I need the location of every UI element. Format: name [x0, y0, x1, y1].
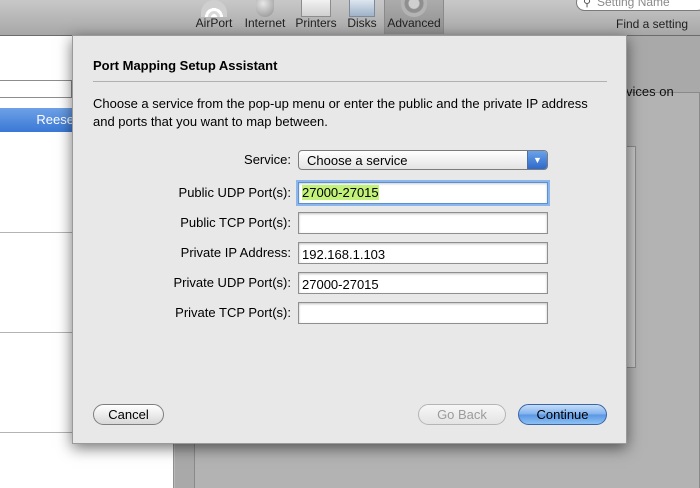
go-back-button[interactable]: Go Back [418, 404, 506, 425]
private-udp-label: Private UDP Port(s): [173, 275, 291, 290]
sidebar-divider [0, 332, 72, 333]
toolbar-item-printers[interactable]: Printers [292, 0, 340, 34]
toolbar-item-label: Advanced [387, 16, 441, 30]
service-label: Service: [244, 152, 291, 167]
background-text: vices on [626, 84, 674, 99]
search-icon: ⚲ [583, 0, 592, 9]
public-udp-field[interactable]: 27000-27015 [298, 182, 548, 204]
disk-icon [349, 0, 375, 17]
cancel-button[interactable]: Cancel [93, 404, 164, 425]
private-ip-label: Private IP Address: [180, 245, 291, 260]
public-udp-value: 27000-27015 [302, 185, 379, 200]
service-popup[interactable]: Choose a service ▼ [298, 150, 548, 170]
port-mapping-dialog: Port Mapping Setup Assistant Choose a se… [72, 35, 627, 444]
toolbar-item-airport[interactable]: AirPort [193, 0, 235, 34]
sidebar-divider [0, 232, 72, 233]
gear-icon [401, 0, 427, 17]
dialog-divider [93, 81, 607, 82]
toolbar-item-disks[interactable]: Disks [344, 0, 380, 34]
airport-icon [201, 0, 227, 17]
toolbar-item-internet[interactable]: Internet [240, 0, 290, 34]
public-udp-label: Public UDP Port(s): [178, 185, 291, 200]
printer-icon [301, 0, 331, 17]
dialog-description: Choose a service from the pop-up menu or… [93, 96, 588, 129]
toolbar-item-label: Printers [295, 16, 337, 30]
toolbar-item-advanced[interactable]: Advanced [384, 0, 444, 34]
search-placeholder: Setting Name [597, 0, 670, 9]
private-tcp-field[interactable] [298, 302, 548, 324]
continue-button[interactable]: Continue [518, 404, 607, 425]
public-tcp-label: Public TCP Port(s): [180, 215, 291, 230]
service-popup-value: Choose a service [307, 153, 408, 168]
sidebar-divider [0, 432, 72, 433]
globe-icon [256, 0, 274, 17]
popup-arrows-icon: ▼ [527, 151, 547, 169]
private-ip-field[interactable] [298, 242, 548, 264]
private-tcp-label: Private TCP Port(s): [175, 305, 291, 320]
sidebar-item-label: Reese [36, 112, 74, 127]
toolbar-item-label: Disks [347, 16, 377, 30]
search-input[interactable]: ⚲ Setting Name [576, 0, 700, 11]
toolbar-item-label: Internet [244, 16, 286, 30]
private-udp-field[interactable] [298, 272, 548, 294]
sidebar-field[interactable] [0, 80, 72, 98]
toolbar-item-label: AirPort [195, 16, 233, 30]
dialog-title: Port Mapping Setup Assistant [93, 58, 278, 73]
public-tcp-field[interactable] [298, 212, 548, 234]
find-setting-label: Find a setting [616, 17, 689, 31]
search-area: ⚲ Setting Name Find a setting [576, 0, 700, 34]
toolbar: AirPort Internet Printers Disks Advanced… [0, 0, 700, 36]
